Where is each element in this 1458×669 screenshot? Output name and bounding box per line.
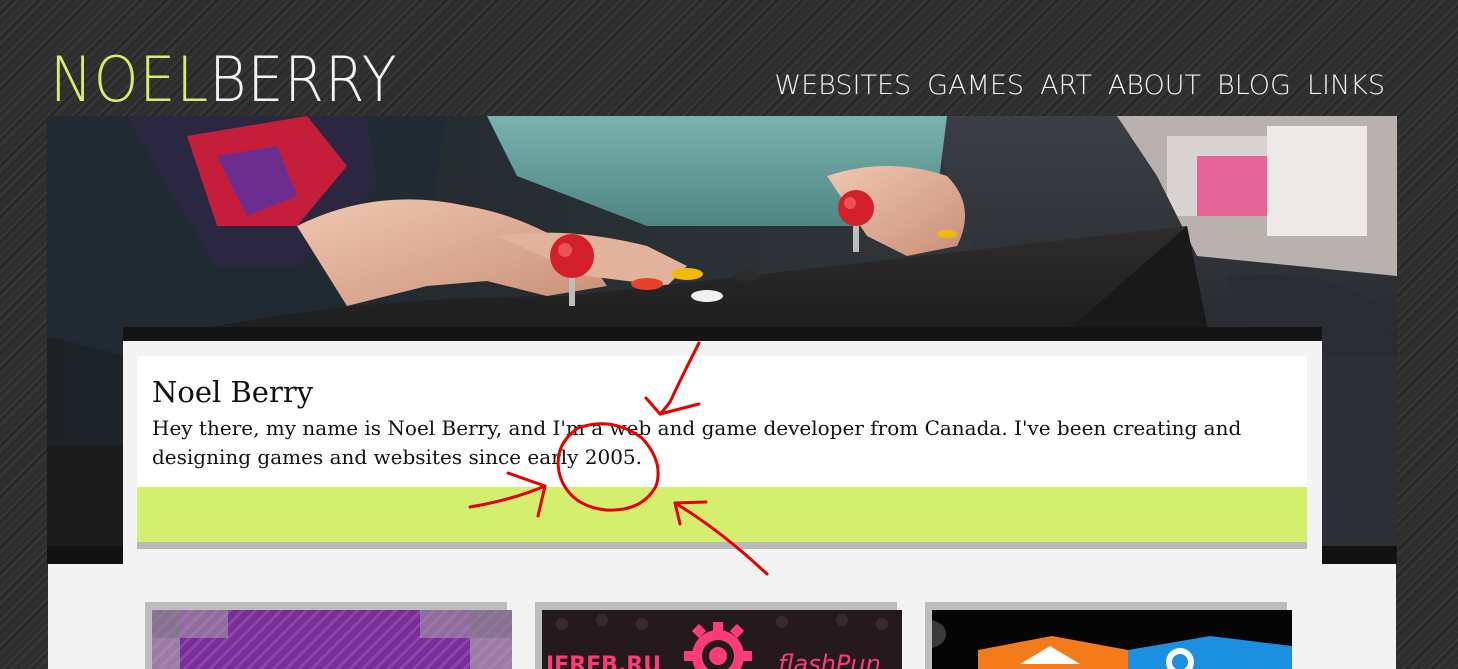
- card-top-bar: [123, 327, 1322, 341]
- thumbnail-3-art: [932, 620, 1292, 669]
- nav-art[interactable]: ART: [1040, 68, 1092, 104]
- intro-accent-band: [137, 487, 1307, 542]
- flashpunk-thumbnail: JEREB.RU flashPun: [542, 610, 902, 669]
- nav-blog[interactable]: BLOG: [1217, 68, 1291, 104]
- intro-title: Noel Berry: [152, 375, 314, 409]
- project-thumbnail-2[interactable]: JEREB.RU flashPun: [535, 602, 902, 669]
- thumbnail-2-art: JEREB.RU flashPun: [544, 614, 888, 669]
- thumbnail-2-right-label: flashPun: [778, 650, 881, 669]
- nav-about[interactable]: ABOUT: [1108, 68, 1201, 104]
- nav-links[interactable]: LINKS: [1307, 68, 1385, 104]
- logo-last-name: BERRY: [209, 43, 398, 116]
- colored-boxes-thumbnail: [932, 610, 1292, 669]
- site-logo[interactable]: NOELBERRY: [50, 48, 398, 112]
- intro-text: Hey there, my name is Noel Berry, and I'…: [152, 416, 1242, 469]
- intro-card: Noel Berry Hey there, my name is Noel Be…: [137, 356, 1307, 487]
- project-thumbnail-1[interactable]: [145, 602, 512, 669]
- purple-game-thumbnail: [152, 610, 512, 669]
- nav-websites[interactable]: WEBSITES: [774, 68, 911, 104]
- logo-first-name: NOEL: [50, 43, 210, 116]
- thumbnail-1-art: [152, 610, 512, 669]
- project-thumbnail-3[interactable]: [925, 602, 1292, 669]
- thumbnail-2-left-label: JEREB.RU: [544, 653, 661, 669]
- main-nav: WEBSITES GAMES ART ABOUT BLOG LINKS: [774, 68, 1385, 104]
- nav-games[interactable]: GAMES: [927, 68, 1024, 104]
- intro-band-shadow: [137, 542, 1307, 549]
